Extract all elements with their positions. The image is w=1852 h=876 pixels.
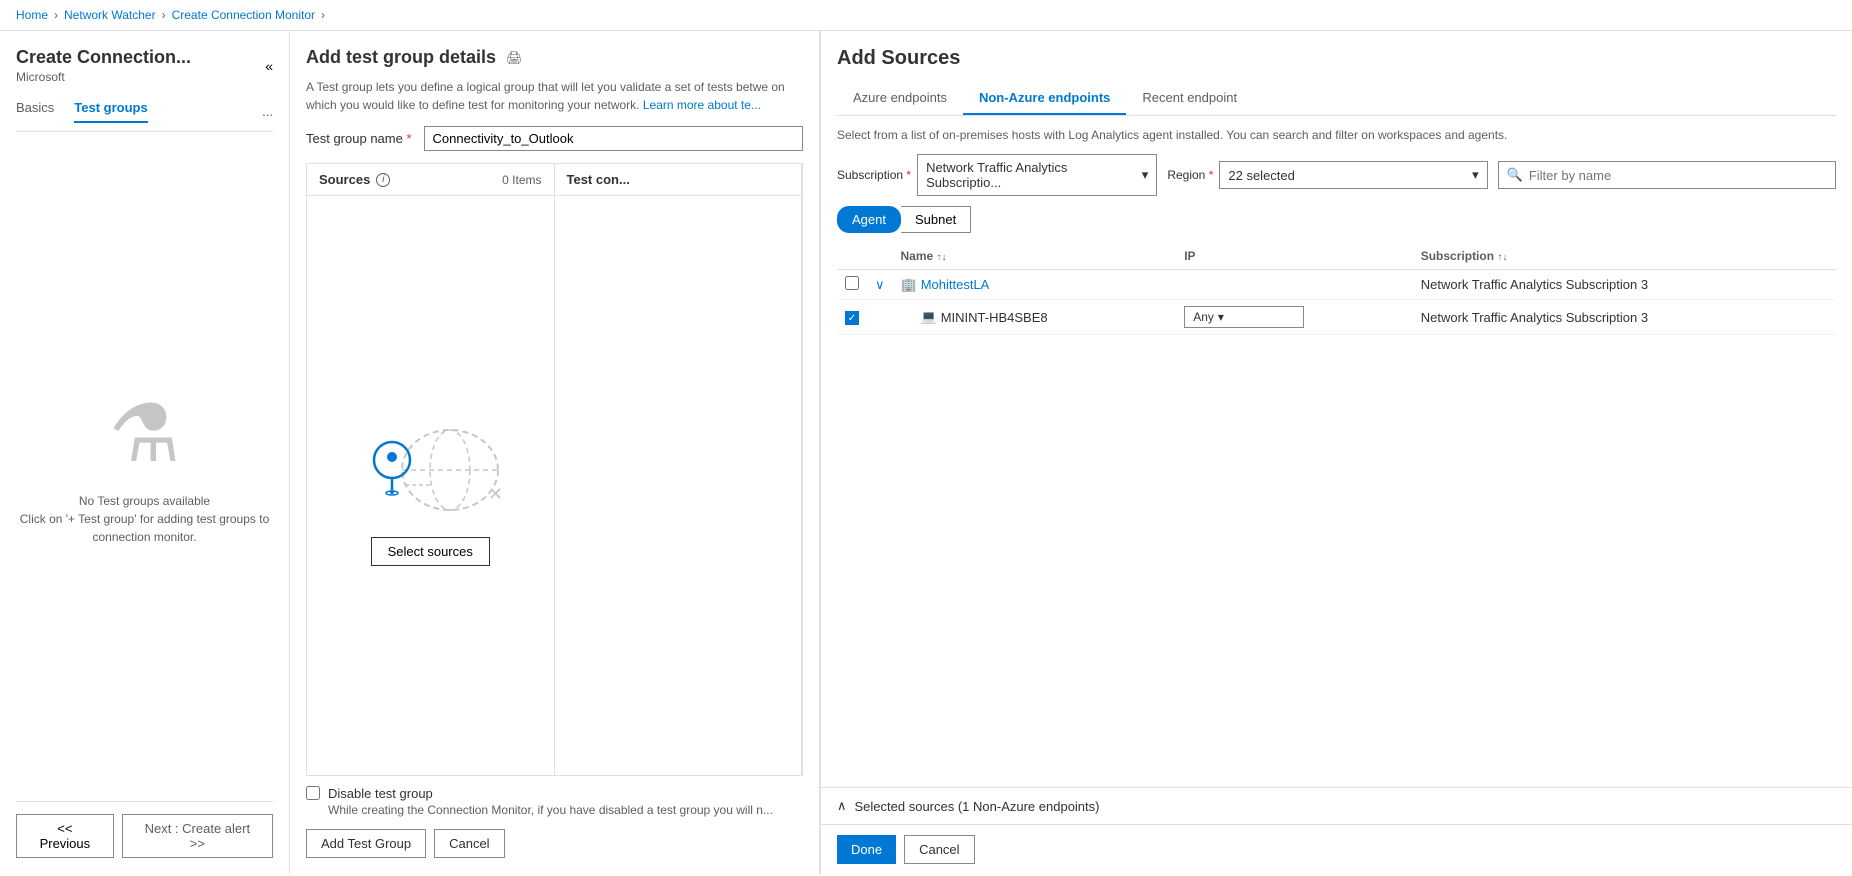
main-content: Add test group details 🖨 A Test group le… <box>290 31 820 874</box>
filter-input[interactable] <box>1529 168 1827 183</box>
sources-destinations-panel: Sources i 0 Items ✕ <box>306 163 803 776</box>
breadcrumb-create-connection-monitor[interactable]: Create Connection Monitor <box>172 8 315 22</box>
main-header: Add test group details 🖨 <box>306 47 803 68</box>
test-group-name-input[interactable] <box>424 126 803 151</box>
sidebar-nav: Basics Test groups ... <box>16 100 273 132</box>
row-subscription: Network Traffic Analytics Subscription 3 <box>1413 270 1836 300</box>
table-row: ✓ 💻 MININT-HB4SBE8 Any▾ Network Traffic Anal… <box>837 300 1836 335</box>
learn-more-link[interactable]: Learn more about te... <box>643 98 761 112</box>
flask-icon: ⚗ <box>109 387 181 480</box>
filter-row: Subscription * Network Traffic Analytics… <box>837 154 1836 196</box>
sources-panel: Sources i 0 Items ✕ <box>307 164 555 775</box>
next-button[interactable]: Next : Create alert >> <box>122 814 273 858</box>
expand-icon[interactable]: ∨ <box>875 277 885 292</box>
disable-desc: While creating the Connection Monitor, i… <box>328 803 773 817</box>
sidebar-nav-more[interactable]: ... <box>262 104 273 119</box>
sources-illustration: ✕ <box>340 405 520 525</box>
select-sources-button[interactable]: Select sources <box>371 537 490 566</box>
name-column-header: Name ↑↓ <box>893 243 1177 270</box>
row-checkbox-checked[interactable]: ✓ <box>845 311 859 325</box>
expand-column-header <box>867 243 893 270</box>
sidebar-footer: << Previous Next : Create alert >> <box>16 801 273 858</box>
sources-info-icon[interactable]: i <box>376 173 390 187</box>
test-configurations-panel: Test con... <box>555 164 803 775</box>
add-sources-title: Add Sources <box>837 47 1836 70</box>
sidebar-nav-basics[interactable]: Basics <box>16 100 54 123</box>
test-group-name-label: Test group name * <box>306 131 412 146</box>
test-config-panel-header: Test con... <box>555 164 802 196</box>
subscription-sort-icon[interactable]: ↑↓ <box>1497 252 1507 263</box>
computer-icon: 💻 <box>921 309 937 325</box>
search-icon: 🔍 <box>1507 167 1523 183</box>
tab-non-azure-endpoints[interactable]: Non-Azure endpoints <box>963 82 1126 115</box>
bottom-action-buttons: Add Test Group Cancel <box>306 829 803 858</box>
page-title: Add test group details <box>306 47 496 68</box>
tab-azure-endpoints[interactable]: Azure endpoints <box>837 82 963 115</box>
agent-toggle-button[interactable]: Agent <box>837 206 901 233</box>
chevron-down-icon: ▾ <box>1218 310 1224 324</box>
sidebar-empty-state: ⚗ No Test groups available Click on '+ T… <box>16 132 273 801</box>
add-sources-tabs: Azure endpoints Non-Azure endpoints Rece… <box>837 82 1836 116</box>
add-test-group-button[interactable]: Add Test Group <box>306 829 426 858</box>
sidebar: Create Connection... Microsoft « Basics … <box>0 31 290 874</box>
sidebar-title: Create Connection... <box>16 47 191 68</box>
subscription-dropdown[interactable]: Network Traffic Analytics Subscriptio...… <box>917 154 1157 196</box>
row-checkbox[interactable] <box>845 276 859 290</box>
empty-text-line2: Click on '+ Test group' for adding test … <box>16 510 273 546</box>
chevron-down-icon: ▾ <box>1472 167 1479 183</box>
filter-search-box[interactable]: 🔍 <box>1498 161 1836 189</box>
name-sort-icon[interactable]: ↑↓ <box>937 252 947 263</box>
sources-table: Name ↑↓ IP Subscription ↑↓ ∨🏢MohittestL <box>837 243 1836 335</box>
breadcrumb: Home › Network Watcher › Create Connecti… <box>0 0 1852 31</box>
chevron-down-icon: ▾ <box>1142 167 1149 183</box>
description-text: A Test group lets you define a logical g… <box>306 78 803 114</box>
sources-count: 0 Items <box>502 173 541 187</box>
collapse-sidebar-button[interactable]: « <box>265 58 273 74</box>
disable-label: Disable test group <box>328 786 773 801</box>
add-sources-description: Select from a list of on-premises hosts … <box>837 128 1836 142</box>
row-subscription: Network Traffic Analytics Subscription 3 <box>1413 300 1836 335</box>
breadcrumb-home[interactable]: Home <box>16 8 48 22</box>
cancel-add-sources-button[interactable]: Cancel <box>904 835 974 864</box>
subscription-column-header: Subscription ↑↓ <box>1413 243 1836 270</box>
row-name: MohittestLA <box>921 277 990 292</box>
add-sources-content: Add Sources Azure endpoints Non-Azure en… <box>821 31 1852 787</box>
previous-button[interactable]: << Previous <box>16 814 114 858</box>
test-group-name-field: Test group name * <box>306 126 803 151</box>
add-sources-action-buttons: Done Cancel <box>821 824 1852 874</box>
breadcrumb-network-watcher[interactable]: Network Watcher <box>64 8 156 22</box>
empty-text-line1: No Test groups available <box>16 492 273 510</box>
subscription-label: Subscription * <box>837 168 911 182</box>
disable-test-group-checkbox[interactable] <box>306 786 320 800</box>
sidebar-subtitle: Microsoft <box>16 70 191 84</box>
table-row: ∨ 🏢 MohittestLA Network Traffic Analytics S… <box>837 270 1836 300</box>
print-icon[interactable]: 🖨 <box>506 50 523 66</box>
workspace-icon: 🏢 <box>901 277 917 293</box>
selected-sources-bar: ∧ Selected sources (1 Non-Azure endpoint… <box>821 787 1852 824</box>
subnet-toggle-button[interactable]: Subnet <box>901 206 971 233</box>
cancel-main-button[interactable]: Cancel <box>434 829 504 858</box>
ip-dropdown[interactable]: Any▾ <box>1184 306 1304 328</box>
selected-sources-chevron[interactable]: ∧ <box>837 798 847 814</box>
svg-text:✕: ✕ <box>488 484 503 504</box>
row-name: MININT-HB4SBE8 <box>941 310 1048 325</box>
add-sources-panel: Add Sources Azure endpoints Non-Azure en… <box>820 31 1852 874</box>
region-label: Region * <box>1167 168 1213 182</box>
done-button[interactable]: Done <box>837 835 896 864</box>
agent-subnet-toggle: Agent Subnet <box>837 206 1836 233</box>
sources-panel-header: Sources i 0 Items <box>307 164 554 196</box>
sidebar-nav-test-groups[interactable]: Test groups <box>74 100 147 123</box>
disable-group-section: Disable test group While creating the Co… <box>306 786 803 817</box>
test-config-panel-body <box>555 196 802 775</box>
test-config-panel-title: Test con... <box>567 172 630 187</box>
sources-panel-body: ✕ Select sources <box>307 196 554 775</box>
selected-sources-label: Selected sources (1 Non-Azure endpoints) <box>855 799 1100 814</box>
ip-column-header: IP <box>1176 243 1413 270</box>
sources-panel-title: Sources <box>319 172 370 187</box>
region-dropdown[interactable]: 22 selected ▾ <box>1219 161 1487 189</box>
checkbox-column-header <box>837 243 867 270</box>
tab-recent-endpoint[interactable]: Recent endpoint <box>1126 82 1253 115</box>
